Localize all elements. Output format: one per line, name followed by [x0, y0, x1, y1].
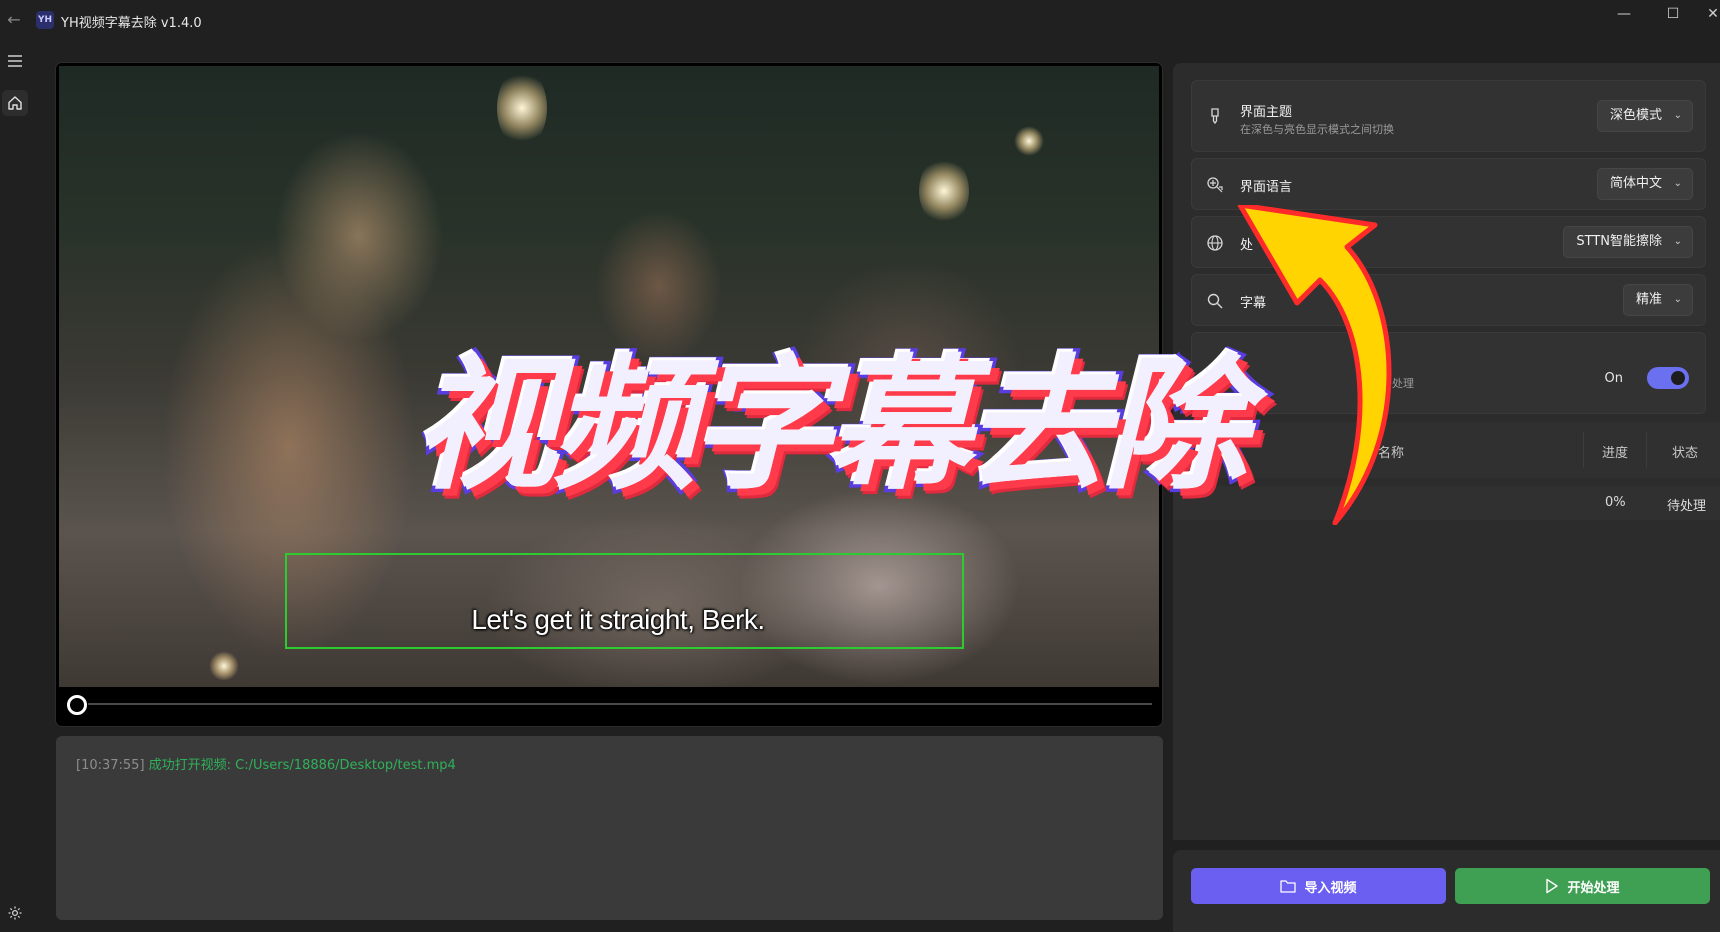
log-panel: [10:37:55] 成功打开视频: C:/Users/18886/Deskto… — [56, 736, 1163, 920]
import-video-button[interactable]: 导入视频 — [1191, 868, 1446, 904]
toggle-state-label: On — [1604, 371, 1623, 386]
setting-theme-label: 界面主题 — [1240, 105, 1293, 120]
setting-language-label: 界面语言 — [1240, 180, 1293, 195]
theme-dropdown-value: 深色模式 — [1609, 108, 1662, 123]
log-message: 成功打开视频: C:/Users/18886/Desktop/test.mp4 — [148, 758, 456, 773]
gear-icon — [8, 906, 22, 920]
setting-theme-desc: 在深色与亮色显示模式之间切换 — [1240, 123, 1394, 136]
seek-knob[interactable] — [67, 695, 87, 715]
folder-icon — [1280, 880, 1297, 893]
setting-detect: 字幕 精准 ⌄ — [1191, 274, 1706, 326]
lamp-light — [1014, 126, 1044, 156]
setting-mode: 处 STTN智能擦除 ⌄ — [1191, 216, 1706, 268]
language-dropdown-value: 简体中文 — [1609, 176, 1662, 191]
video-subtitle: Let's get it straight, Berk. — [471, 604, 765, 635]
start-processing-button[interactable]: 开始处理 — [1455, 868, 1710, 904]
table-row[interactable]: 0% 待处理 — [1173, 486, 1720, 520]
setting-toggle: 处理 On — [1191, 332, 1706, 414]
close-button[interactable]: ✕ — [1690, 0, 1720, 30]
search-icon — [1207, 293, 1223, 309]
arrow-left-icon: ← — [7, 10, 21, 29]
candle-light — [919, 156, 969, 226]
hamburger-icon — [8, 55, 22, 67]
setting-language: 界面语言 简体中文 ⌄ — [1191, 158, 1706, 210]
window-title: YH视频字幕去除 v1.4.0 — [61, 16, 202, 31]
bokeh-light — [209, 651, 239, 681]
file-table: 名称 进度 状态 0% 待处理 — [1173, 422, 1720, 840]
theme-dropdown[interactable]: 深色模式 ⌄ — [1596, 100, 1693, 132]
column-status[interactable]: 状态 — [1672, 442, 1698, 461]
menu-button[interactable] — [2, 48, 28, 74]
title-bar: ← YH YH视频字幕去除 v1.4.0 — ☐ ✕ — [0, 0, 1720, 40]
detect-dropdown[interactable]: 精准 ⌄ — [1622, 284, 1693, 316]
processing-toggle[interactable] — [1647, 367, 1689, 389]
log-entry: [10:37:55] 成功打开视频: C:/Users/18886/Deskto… — [76, 754, 456, 773]
settings-button[interactable] — [2, 900, 28, 926]
detect-dropdown-value: 精准 — [1635, 292, 1662, 307]
minimize-button[interactable]: — — [1601, 0, 1647, 30]
log-time: [10:37:55] — [76, 758, 145, 773]
column-divider — [1583, 432, 1584, 468]
column-progress[interactable]: 进度 — [1602, 442, 1628, 461]
row-progress: 0% — [1605, 495, 1626, 510]
nav-home[interactable] — [2, 90, 28, 116]
play-icon — [1546, 878, 1559, 894]
translate-icon — [1207, 177, 1223, 193]
globe-icon — [1207, 235, 1223, 251]
start-processing-label: 开始处理 — [1567, 880, 1620, 896]
setting-detect-label: 字幕 — [1240, 296, 1267, 311]
candle-light — [497, 68, 547, 148]
home-icon — [8, 96, 22, 110]
brush-icon — [1211, 108, 1219, 125]
chevron-down-icon: ⌄ — [1673, 236, 1682, 247]
language-dropdown[interactable]: 简体中文 ⌄ — [1596, 168, 1693, 200]
back-button[interactable]: ← — [4, 10, 24, 30]
setting-mode-label: 处 — [1240, 238, 1254, 253]
setting-theme: 界面主题 在深色与亮色显示模式之间切换 深色模式 ⌄ — [1191, 80, 1706, 152]
chevron-down-icon: ⌄ — [1673, 178, 1682, 189]
column-divider — [1646, 432, 1647, 468]
toggle-knob — [1671, 371, 1685, 385]
mode-dropdown-value: STTN智能擦除 — [1576, 234, 1662, 249]
app-logo: YH — [36, 11, 54, 29]
column-name[interactable]: 名称 — [1378, 442, 1404, 461]
setting-toggle-desc: 处理 — [1392, 377, 1414, 390]
import-video-label: 导入视频 — [1304, 880, 1357, 896]
row-status: 待处理 — [1667, 499, 1707, 514]
seek-track[interactable] — [88, 703, 1152, 705]
chevron-down-icon: ⌄ — [1673, 110, 1682, 121]
chevron-down-icon: ⌄ — [1673, 294, 1682, 305]
mode-dropdown[interactable]: STTN智能擦除 ⌄ — [1563, 226, 1693, 258]
table-header: 名称 进度 状态 — [1173, 422, 1720, 478]
